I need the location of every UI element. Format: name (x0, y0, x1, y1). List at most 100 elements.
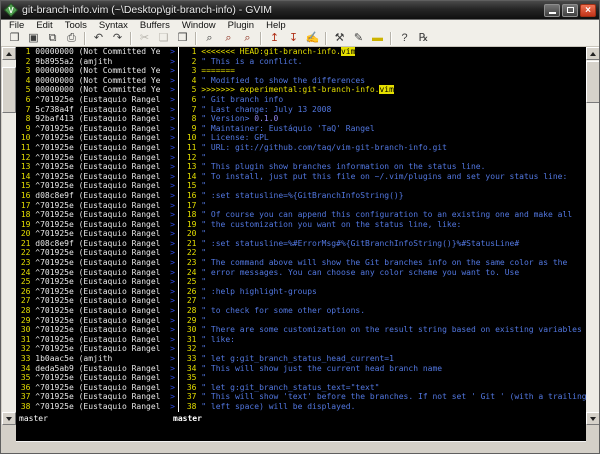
code-line[interactable]: 33 " let g:git_branch_status_head_curren… (182, 354, 586, 364)
maximize-button[interactable] (562, 4, 578, 17)
blame-line[interactable]: 20 ^701925e (Eustaquio Rangel> (16, 229, 176, 239)
right-scrollbar[interactable] (586, 47, 600, 425)
toolbar-run-script-button[interactable]: ✍ (303, 31, 322, 46)
blame-line[interactable]: 38 ^701925e (Eustaquio Rangel> (16, 402, 176, 412)
blame-line[interactable]: 28 ^701925e (Eustaquio Rangel> (16, 306, 176, 316)
blame-line[interactable]: 15 ^701925e (Eustaquio Rangel> (16, 181, 176, 191)
blame-line[interactable]: 1 00000000 (Not Committed Ye> (16, 47, 176, 57)
code-line[interactable]: 18 " Of course you can append this confi… (182, 210, 586, 220)
blame-line[interactable]: 14 ^701925e (Eustaquio Rangel> (16, 172, 176, 182)
scroll-down-button[interactable] (586, 412, 600, 425)
toolbar-print-button[interactable]: ⎙ (62, 31, 81, 46)
code-line[interactable]: 32 " (182, 344, 586, 354)
code-line[interactable]: 28 " to check for some other options. (182, 306, 586, 316)
blame-line[interactable]: 3 00000000 (Not Committed Ye> (16, 66, 176, 76)
menu-syntax[interactable]: Syntax (93, 20, 134, 31)
code-line[interactable]: 27 " (182, 296, 586, 306)
code-line[interactable]: 34 " This will show just the current hea… (182, 364, 586, 374)
toolbar-build-tags-button[interactable]: ✎ (349, 31, 368, 46)
blame-line[interactable]: 23 ^701925e (Eustaquio Rangel> (16, 258, 176, 268)
code-line[interactable]: 31 " like: (182, 335, 586, 345)
blame-line[interactable]: 9 ^701925e (Eustaquio Rangel> (16, 124, 176, 134)
toolbar-jump-to-tag-button[interactable]: ▬ (368, 31, 387, 46)
blame-line[interactable]: 6 ^701925e (Eustaquio Rangel> (16, 95, 176, 105)
blame-line[interactable]: 8 92baf413 (Eustaquio Rangel> (16, 114, 176, 124)
toolbar-find-help-button[interactable]: ℞ (414, 31, 433, 46)
toolbar-save-file-button[interactable]: ▣ (24, 31, 43, 46)
blame-line[interactable]: 12 ^701925e (Eustaquio Rangel> (16, 153, 176, 163)
code-line[interactable]: 17 " (182, 201, 586, 211)
code-line[interactable]: 3 ======= (182, 66, 586, 76)
code-line[interactable]: 35 " (182, 373, 586, 383)
blame-line[interactable]: 31 ^701925e (Eustaquio Rangel> (16, 335, 176, 345)
toolbar-redo-button[interactable]: ↷ (108, 31, 127, 46)
toolbar-make-button[interactable]: ⚒ (330, 31, 349, 46)
code-line[interactable]: 29 " (182, 316, 586, 326)
toolbar-find-next-button[interactable]: ⌕ (219, 31, 238, 46)
blame-line[interactable]: 10 ^701925e (Eustaquio Rangel> (16, 133, 176, 143)
menu-tools[interactable]: Tools (59, 20, 93, 31)
toolbar-save-all-button[interactable]: ⧉ (43, 31, 62, 46)
code-line[interactable]: 6 " Git branch info (182, 95, 586, 105)
scroll-thumb[interactable] (2, 67, 16, 113)
code-pane[interactable]: 1 <<<<<<< HEAD:git-branch-info.vim 2 " T… (182, 47, 586, 412)
toolbar-undo-button[interactable]: ↶ (89, 31, 108, 46)
blame-line[interactable]: 29 ^701925e (Eustaquio Rangel> (16, 316, 176, 326)
code-line[interactable]: 8 " Version> 0.1.0 (182, 114, 586, 124)
blame-line[interactable]: 37 ^701925e (Eustaquio Rangel> (16, 392, 176, 402)
blame-line[interactable]: 24 ^701925e (Eustaquio Rangel> (16, 268, 176, 278)
toolbar-paste-button[interactable]: ❒ (173, 31, 192, 46)
blame-line[interactable]: 30 ^701925e (Eustaquio Rangel> (16, 325, 176, 335)
blame-line[interactable]: 18 ^701925e (Eustaquio Rangel> (16, 210, 176, 220)
code-line[interactable]: 7 " Last change: July 13 2008 (182, 105, 586, 115)
code-line[interactable]: 13 " This plugin show branches informati… (182, 162, 586, 172)
blame-line[interactable]: 16 d08c8e9f (Eustaquio Rangel> (16, 191, 176, 201)
menu-edit[interactable]: Edit (30, 20, 58, 31)
blame-line[interactable]: 21 d08c8e9f (Eustaquio Rangel> (16, 239, 176, 249)
scroll-down-button[interactable] (2, 412, 16, 425)
code-line[interactable]: 12 " (182, 153, 586, 163)
code-line[interactable]: 14 " To install, just put this file on ~… (182, 172, 586, 182)
toolbar-help-button[interactable]: ? (395, 31, 414, 46)
minimize-button[interactable] (544, 4, 560, 17)
blame-line[interactable]: 27 ^701925e (Eustaquio Rangel> (16, 296, 176, 306)
code-line[interactable]: 19 " the customization you want on the s… (182, 220, 586, 230)
scroll-thumb[interactable] (586, 61, 600, 103)
blame-line[interactable]: 13 ^701925e (Eustaquio Rangel> (16, 162, 176, 172)
blame-line[interactable]: 17 ^701925e (Eustaquio Rangel> (16, 201, 176, 211)
menu-plugin[interactable]: Plugin (222, 20, 260, 31)
command-line[interactable] (16, 425, 586, 442)
code-line[interactable]: 22 " (182, 248, 586, 258)
blame-line[interactable]: 4 00000000 (Not Committed Ye> (16, 76, 176, 86)
blame-line[interactable]: 26 ^701925e (Eustaquio Rangel> (16, 287, 176, 297)
code-line[interactable]: 25 " (182, 277, 586, 287)
blame-line[interactable]: 11 ^701925e (Eustaquio Rangel> (16, 143, 176, 153)
code-line[interactable]: 21 " :set statusline=%#ErrorMsg#%{GitBra… (182, 239, 586, 249)
code-line[interactable]: 26 " :help highlight-groups (182, 287, 586, 297)
code-line[interactable]: 1 <<<<<<< HEAD:git-branch-info.vim (182, 47, 586, 57)
blame-line[interactable]: 25 ^701925e (Eustaquio Rangel> (16, 277, 176, 287)
toolbar-cut-button[interactable]: ✂ (135, 31, 154, 46)
code-line[interactable]: 37 " This will show 'text' before the br… (182, 392, 586, 402)
toolbar-copy-button[interactable]: ❏ (154, 31, 173, 46)
menu-file[interactable]: File (3, 20, 30, 31)
code-line[interactable]: 36 " let g:git_branch_status_text="text" (182, 383, 586, 393)
scroll-up-button[interactable] (2, 47, 16, 60)
blame-line[interactable]: 22 ^701925e (Eustaquio Rangel> (16, 248, 176, 258)
code-line[interactable]: 38 " left space) will be displayed. (182, 402, 586, 412)
code-line[interactable]: 15 " (182, 181, 586, 191)
toolbar-find-replace-button[interactable]: ⌕ (200, 31, 219, 46)
blame-line[interactable]: 32 ^701925e (Eustaquio Rangel> (16, 344, 176, 354)
code-line[interactable]: 4 " Modified to show the differences (182, 76, 586, 86)
blame-pane[interactable]: 1 00000000 (Not Committed Ye> 2 9b8955a2… (16, 47, 176, 412)
toolbar-find-prev-button[interactable]: ⌕ (238, 31, 257, 46)
blame-line[interactable]: 33 1b0aac5e (amjith> (16, 354, 176, 364)
toolbar-load-session-button[interactable]: ↥ (265, 31, 284, 46)
toolbar-open-file-button[interactable]: ❐ (5, 31, 24, 46)
code-line[interactable]: 9 " Maintainer: Eustáquio 'TaQ' Rangel (182, 124, 586, 134)
code-line[interactable]: 30 " There are some customization on the… (182, 325, 586, 335)
menu-window[interactable]: Window (176, 20, 222, 31)
blame-line[interactable]: 35 ^701925e (Eustaquio Rangel> (16, 373, 176, 383)
code-line[interactable]: 2 " This is a conflict. (182, 57, 586, 67)
scroll-up-button[interactable] (586, 47, 600, 60)
